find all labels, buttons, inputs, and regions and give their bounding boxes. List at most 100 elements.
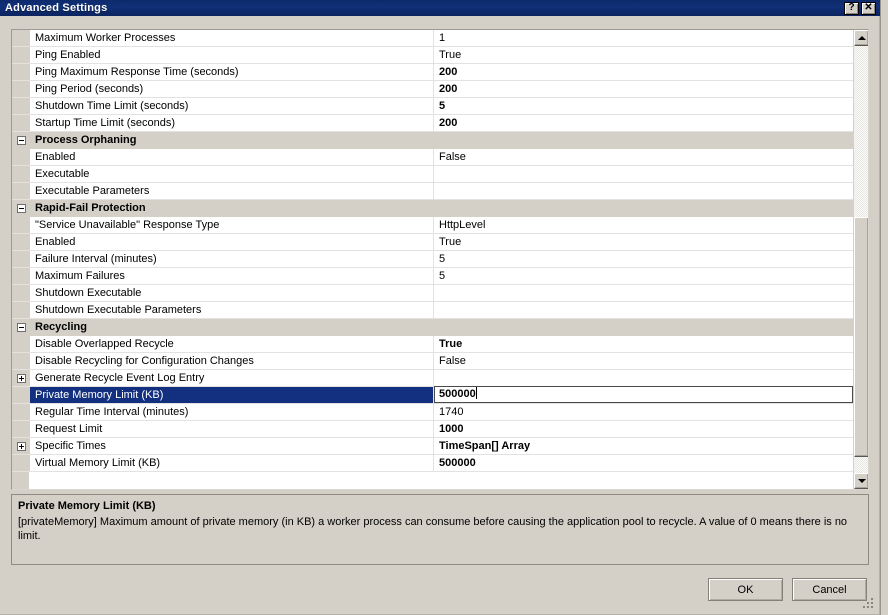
property-row[interactable]: Failure Interval (minutes) 5 bbox=[12, 251, 853, 268]
property-name-cell[interactable]: Shutdown Executable Parameters bbox=[30, 302, 434, 318]
property-name-cell[interactable]: Regular Time Interval (minutes) bbox=[30, 404, 434, 420]
vertical-scrollbar[interactable] bbox=[853, 30, 868, 489]
property-value-cell[interactable] bbox=[434, 302, 853, 318]
property-name-cell[interactable]: Disable Recycling for Configuration Chan… bbox=[30, 353, 434, 369]
property-row[interactable]: Maximum Failures 5 bbox=[12, 268, 853, 285]
property-value-cell[interactable]: HttpLevel bbox=[434, 217, 853, 233]
property-row[interactable]: Enabled False bbox=[12, 149, 853, 166]
property-row[interactable]: Maximum Worker Processes 1 bbox=[12, 30, 853, 47]
property-row[interactable]: Request Limit 1000 bbox=[12, 421, 853, 438]
property-value-cell[interactable]: 1740 bbox=[434, 404, 853, 420]
property-name-cell[interactable]: "Service Unavailable" Response Type bbox=[30, 217, 434, 233]
property-row[interactable]: Disable Recycling for Configuration Chan… bbox=[12, 353, 853, 370]
property-name-cell[interactable]: Virtual Memory Limit (KB) bbox=[30, 455, 434, 471]
property-row[interactable]: Executable Parameters bbox=[12, 183, 853, 200]
background-window-sliver[interactable]: 50 bbox=[880, 0, 888, 615]
property-value-cell[interactable] bbox=[434, 183, 853, 199]
property-value-cell[interactable] bbox=[434, 370, 853, 386]
property-value-cell[interactable]: False bbox=[434, 353, 853, 369]
expand-plus-icon[interactable] bbox=[16, 373, 26, 383]
property-name-cell[interactable]: Enabled bbox=[30, 149, 434, 165]
property-name-cell[interactable]: Shutdown Executable bbox=[30, 285, 434, 301]
property-value-cell[interactable] bbox=[434, 166, 853, 182]
property-name-cell[interactable]: Ping Period (seconds) bbox=[30, 81, 434, 97]
property-row[interactable]: Private Memory Limit (KB) 500000 bbox=[12, 386, 853, 404]
scroll-down-button[interactable] bbox=[854, 473, 868, 489]
property-row[interactable]: Ping Maximum Response Time (seconds) 200 bbox=[12, 64, 853, 81]
property-group-row[interactable]: Rapid-Fail Protection bbox=[12, 200, 853, 217]
title-bar[interactable]: Advanced Settings ? ✕ bbox=[0, 0, 880, 16]
row-gutter bbox=[12, 455, 30, 471]
property-name-cell[interactable]: Recycling bbox=[30, 319, 835, 335]
property-row[interactable]: Specific Times TimeSpan[] Array bbox=[12, 438, 853, 455]
collapse-minus-icon[interactable] bbox=[16, 322, 26, 332]
property-value-cell[interactable]: 1 bbox=[434, 30, 853, 46]
property-name-cell[interactable]: Executable Parameters bbox=[30, 183, 434, 199]
resize-grip[interactable] bbox=[863, 598, 876, 611]
collapse-minus-icon[interactable] bbox=[16, 135, 26, 145]
property-name-cell[interactable]: Request Limit bbox=[30, 421, 434, 437]
property-name-cell[interactable]: Ping Maximum Response Time (seconds) bbox=[30, 64, 434, 80]
property-value-cell[interactable]: False bbox=[434, 149, 853, 165]
row-gutter bbox=[12, 387, 30, 403]
scrollbar-thumb[interactable] bbox=[854, 217, 868, 457]
property-name-cell[interactable]: Disable Overlapped Recycle bbox=[30, 336, 434, 352]
row-gutter bbox=[12, 285, 30, 301]
property-row[interactable]: Disable Overlapped Recycle True bbox=[12, 336, 853, 353]
property-name-cell[interactable]: Private Memory Limit (KB) bbox=[30, 387, 434, 403]
property-name-cell[interactable]: Executable bbox=[30, 166, 434, 182]
property-value-cell[interactable]: True bbox=[434, 234, 853, 250]
property-name-cell[interactable]: Ping Enabled bbox=[30, 47, 434, 63]
property-value-cell[interactable]: 200 bbox=[434, 115, 853, 131]
property-value-cell[interactable]: 200 bbox=[434, 81, 853, 97]
property-value-cell[interactable]: True bbox=[434, 47, 853, 63]
row-gutter[interactable] bbox=[12, 370, 30, 386]
property-name-cell[interactable]: Generate Recycle Event Log Entry bbox=[30, 370, 434, 386]
cancel-button[interactable]: Cancel bbox=[792, 578, 867, 601]
ok-button[interactable]: OK bbox=[708, 578, 783, 601]
property-value-cell[interactable]: 1000 bbox=[434, 421, 853, 437]
property-value-cell[interactable]: 200 bbox=[434, 64, 853, 80]
property-name-cell[interactable]: Maximum Worker Processes bbox=[30, 30, 434, 46]
property-row[interactable]: Ping Period (seconds) 200 bbox=[12, 81, 853, 98]
row-gutter[interactable] bbox=[12, 438, 30, 454]
row-gutter[interactable] bbox=[12, 132, 30, 148]
property-row[interactable]: Executable bbox=[12, 166, 853, 183]
property-row[interactable]: Startup Time Limit (seconds) 200 bbox=[12, 115, 853, 132]
property-row[interactable]: Virtual Memory Limit (KB) 500000 bbox=[12, 455, 853, 472]
property-value-cell[interactable]: TimeSpan[] Array bbox=[434, 438, 853, 454]
property-value-cell[interactable]: 5 bbox=[434, 98, 853, 114]
property-value-cell[interactable] bbox=[434, 285, 853, 301]
property-row[interactable]: Shutdown Executable bbox=[12, 285, 853, 302]
property-value-cell[interactable]: 5 bbox=[434, 268, 853, 284]
property-row[interactable]: "Service Unavailable" Response Type HttpL… bbox=[12, 217, 853, 234]
row-gutter bbox=[12, 217, 30, 233]
property-value-cell[interactable]: 5 bbox=[434, 251, 853, 267]
property-row[interactable]: Shutdown Time Limit (seconds) 5 bbox=[12, 98, 853, 115]
row-gutter[interactable] bbox=[12, 319, 30, 335]
property-name-cell[interactable]: Specific Times bbox=[30, 438, 434, 454]
property-name-cell[interactable]: Process Orphaning bbox=[30, 132, 835, 148]
property-name-cell[interactable]: Shutdown Time Limit (seconds) bbox=[30, 98, 434, 114]
property-value-cell[interactable]: True bbox=[434, 336, 853, 352]
close-icon[interactable]: ✕ bbox=[861, 1, 876, 15]
property-name-cell[interactable]: Startup Time Limit (seconds) bbox=[30, 115, 434, 131]
property-name-cell[interactable]: Failure Interval (minutes) bbox=[30, 251, 434, 267]
property-row[interactable]: Regular Time Interval (minutes) 1740 bbox=[12, 404, 853, 421]
property-name-cell[interactable]: Enabled bbox=[30, 234, 434, 250]
scroll-up-button[interactable] bbox=[854, 30, 868, 46]
expand-plus-icon[interactable] bbox=[16, 441, 26, 451]
property-value-editor[interactable]: 500000 bbox=[434, 386, 853, 403]
property-row[interactable]: Enabled True bbox=[12, 234, 853, 251]
property-row[interactable]: Generate Recycle Event Log Entry bbox=[12, 370, 853, 387]
property-name-cell[interactable]: Maximum Failures bbox=[30, 268, 434, 284]
row-gutter[interactable] bbox=[12, 200, 30, 216]
property-row[interactable]: Shutdown Executable Parameters bbox=[12, 302, 853, 319]
property-group-row[interactable]: Recycling bbox=[12, 319, 853, 336]
property-group-row[interactable]: Process Orphaning bbox=[12, 132, 853, 149]
help-icon[interactable]: ? bbox=[844, 1, 859, 15]
property-row[interactable]: Ping Enabled True bbox=[12, 47, 853, 64]
property-name-cell[interactable]: Rapid-Fail Protection bbox=[30, 200, 835, 216]
collapse-minus-icon[interactable] bbox=[16, 203, 26, 213]
property-value-cell[interactable]: 500000 bbox=[434, 455, 853, 471]
